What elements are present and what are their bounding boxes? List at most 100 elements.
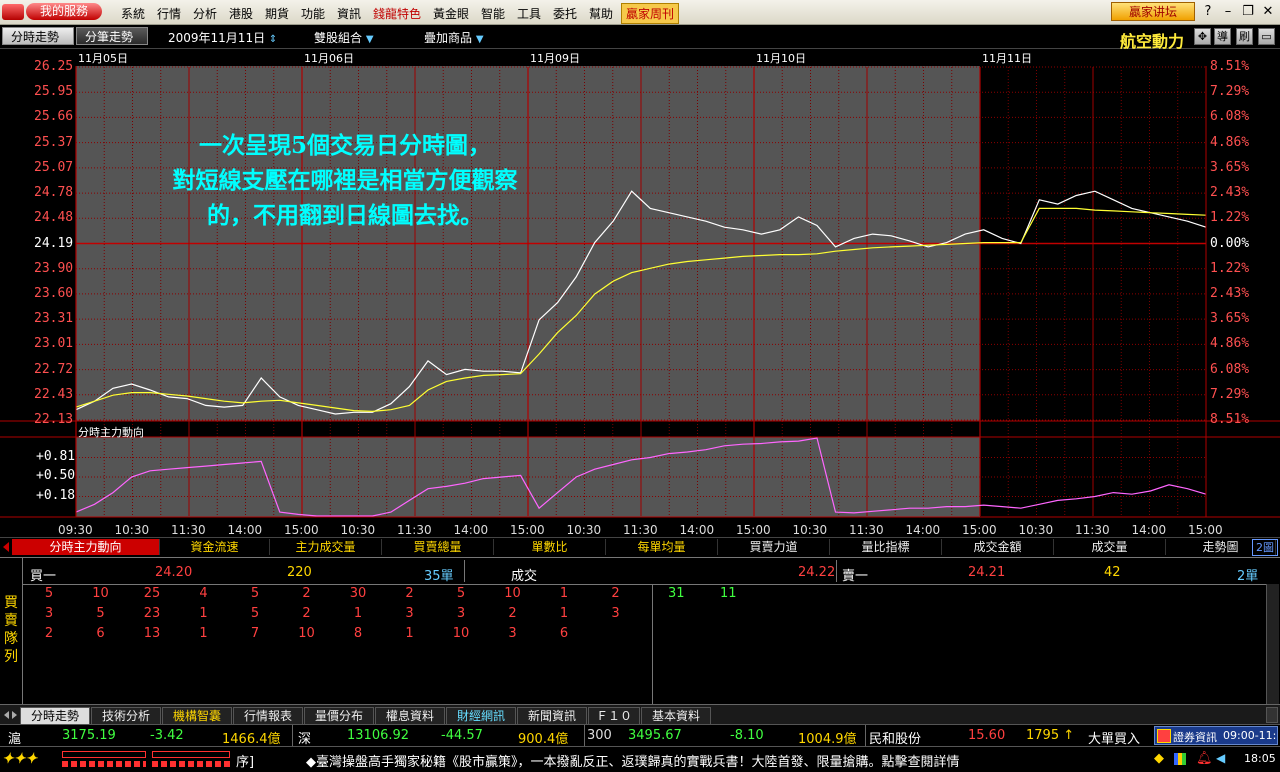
menu-quotes[interactable]: 行情 bbox=[157, 5, 181, 22]
bottom-tab[interactable]: Ｆ１０ bbox=[588, 707, 640, 724]
ask-volume: 42 bbox=[1104, 565, 1121, 580]
scroll-left-icon[interactable] bbox=[3, 542, 9, 552]
sh-index: 3175.19 bbox=[62, 728, 116, 743]
menu-bar: 我的服務 系統 行情 分析 港股 期貨 功能 資訊 錢龍特色 黃金眼 智能 工具… bbox=[0, 0, 1280, 25]
menu-help[interactable]: 幫助 bbox=[589, 5, 613, 22]
bid-queue-qty: 3 bbox=[405, 606, 414, 621]
bottom-tab[interactable]: 技術分析 bbox=[91, 707, 161, 724]
bid-queue-qty: 25 bbox=[143, 586, 161, 601]
market-breadth-indicator bbox=[62, 751, 232, 759]
indicator-tab[interactable]: 單數比 bbox=[494, 539, 606, 555]
move-icon[interactable]: ✥ bbox=[1194, 28, 1211, 45]
percent-tick: 7.29% bbox=[1210, 386, 1250, 402]
indicator-tab[interactable]: 買賣總量 bbox=[382, 539, 494, 555]
panel-toggle-icon[interactable]: ▭ bbox=[1258, 28, 1275, 45]
bottom-tab[interactable]: 財經網訊 bbox=[446, 707, 516, 724]
tab-timeshare[interactable]: 分時走勢 bbox=[2, 27, 74, 45]
overlay-selector[interactable]: 疊加商品 ▼ bbox=[424, 29, 484, 46]
sz-index: 13106.92 bbox=[347, 728, 410, 743]
percent-tick: 8.51% bbox=[1210, 59, 1250, 74]
price-tick: 24.48 bbox=[34, 210, 74, 226]
combo-selector[interactable]: 雙股組合 ▼ bbox=[314, 29, 374, 46]
stock-alert-name[interactable]: 民和股份 bbox=[869, 728, 921, 747]
sz-label: 深 bbox=[298, 732, 312, 747]
menu-orders[interactable]: 委托 bbox=[553, 5, 577, 22]
menu-hk-stocks[interactable]: 港股 bbox=[229, 5, 253, 22]
bottom-tab[interactable]: 新聞資訊 bbox=[517, 707, 587, 724]
bid-price: 24.20 bbox=[155, 565, 193, 580]
menu-golden-eye[interactable]: 黃金眼 bbox=[433, 5, 469, 22]
bid-queue-qty: 13 bbox=[143, 626, 161, 641]
bottom-tab[interactable]: 行情報表 bbox=[233, 707, 303, 724]
bottom-tabs: 分時走勢 技術分析 機構智囊 行情報表 量價分布 權息資料 財經網訊 新聞資訊 Ｆ１０ 基本資料 bbox=[0, 704, 1280, 725]
help-icon[interactable]: ? bbox=[1200, 4, 1216, 20]
bid-queue-qty: 4 bbox=[199, 586, 208, 601]
close-icon[interactable]: ✕ bbox=[1260, 4, 1276, 20]
indicator-tab[interactable]: 資金流速 bbox=[160, 539, 270, 555]
bottom-tab[interactable]: 分時走勢 bbox=[20, 707, 90, 724]
bid-queue-qty: 5 bbox=[44, 586, 54, 601]
bottom-tab[interactable]: 權息資料 bbox=[375, 707, 445, 724]
bid-count: 35單 bbox=[424, 569, 454, 584]
time-tick: 09:30 bbox=[58, 523, 93, 537]
minimize-icon[interactable]: – bbox=[1220, 4, 1236, 20]
date-label: 11月05日 bbox=[78, 52, 128, 65]
percent-tick: 1.22% bbox=[1210, 210, 1250, 226]
menu-analysis[interactable]: 分析 bbox=[193, 5, 217, 22]
bid-queue-qty: 7 bbox=[250, 626, 260, 641]
indicator-tab[interactable]: 分時主力動向 bbox=[12, 539, 160, 555]
indicator-tab[interactable]: 成交量 bbox=[1054, 539, 1166, 555]
bottom-tab[interactable]: 機構智囊 bbox=[162, 707, 232, 724]
indicator-tab[interactable]: 成交金額 bbox=[942, 539, 1054, 555]
indicator-tab[interactable]: 主力成交量 bbox=[270, 539, 382, 555]
price-tick: 23.31 bbox=[34, 311, 74, 327]
my-service-button[interactable]: 我的服務 bbox=[26, 3, 102, 20]
annotation-line: 一次呈現5個交易日分時圖， bbox=[198, 132, 491, 159]
clock-time: 18:05 bbox=[1244, 752, 1276, 765]
time-tick: 10:30 bbox=[340, 523, 376, 537]
percent-tick: 3.65% bbox=[1210, 311, 1250, 327]
tab-scroll-left-icon[interactable] bbox=[4, 711, 9, 719]
time-tick: 14:00 bbox=[679, 523, 715, 537]
volume-icon[interactable]: ◀ bbox=[1216, 751, 1225, 765]
bottom-tab[interactable]: 量價分布 bbox=[304, 707, 374, 724]
ticker-text[interactable]: ◆臺灣操盤高手獨家秘籍《股市贏策》，一本撥亂反正、返璞歸真的實戰兵書！大陸首發、… bbox=[306, 751, 960, 770]
winner-forum-button[interactable]: 贏家讲坛 bbox=[1111, 2, 1195, 21]
price-tick: 23.60 bbox=[34, 285, 74, 301]
bid-queue-qty: 5 bbox=[96, 606, 105, 621]
page-badge[interactable]: 2圖 bbox=[1252, 539, 1278, 556]
menu-info[interactable]: 資訊 bbox=[337, 5, 361, 22]
menu-system[interactable]: 系統 bbox=[121, 5, 145, 22]
indicator-tab[interactable]: 每單均量 bbox=[606, 539, 718, 555]
date-selector[interactable]: 2009年11月11日 ⇕ bbox=[168, 29, 277, 46]
nav-button[interactable]: 導 bbox=[1214, 28, 1231, 45]
sh-change: -3.42 bbox=[150, 728, 184, 743]
tab-trades[interactable]: 分筆走勢 bbox=[76, 27, 148, 45]
menu-qianlong-features[interactable]: 錢龍特色 bbox=[373, 5, 421, 22]
menu-futures[interactable]: 期貨 bbox=[265, 5, 289, 22]
bid-queue-qty: 6 bbox=[96, 626, 105, 641]
resize-handle[interactable] bbox=[1266, 707, 1278, 723]
securities-info-box[interactable]: 證券資訊 09:00-11: bbox=[1154, 726, 1278, 745]
alert-bell-icon[interactable]: 🔔︎ bbox=[1196, 751, 1213, 766]
time-tick: 15:00 bbox=[284, 523, 319, 537]
queue-scrollbar[interactable] bbox=[1266, 584, 1279, 704]
tab-scroll-right-icon[interactable] bbox=[12, 711, 17, 719]
refresh-button[interactable]: 刷 bbox=[1236, 28, 1253, 45]
menu-tools[interactable]: 工具 bbox=[517, 5, 541, 22]
menu-smart[interactable]: 智能 bbox=[481, 5, 505, 22]
indicator-tick: +0.81 bbox=[36, 448, 76, 464]
indicator-tab[interactable]: 買賣力道 bbox=[718, 539, 830, 555]
chart-toolbar: 分時走勢 分筆走勢 2009年11月11日 ⇕ 雙股組合 ▼ 疊加商品 ▼ 航空… bbox=[0, 25, 1280, 51]
bottom-tab[interactable]: 基本資料 bbox=[641, 707, 711, 724]
menu-functions[interactable]: 功能 bbox=[301, 5, 325, 22]
idx300-label: 300 bbox=[587, 728, 612, 743]
restore-icon[interactable]: ❐ bbox=[1240, 4, 1256, 20]
menu-winner-weekly[interactable]: 贏家周刊 bbox=[621, 3, 680, 24]
bid-queue-qty: 5 bbox=[250, 606, 260, 621]
chart-icon[interactable] bbox=[1174, 753, 1186, 765]
price-tick: 26.25 bbox=[34, 59, 74, 74]
indicator-tab[interactable]: 量比指標 bbox=[830, 539, 942, 555]
time-tick: 11:30 bbox=[171, 523, 206, 537]
time-tick: 15:00 bbox=[736, 523, 771, 537]
